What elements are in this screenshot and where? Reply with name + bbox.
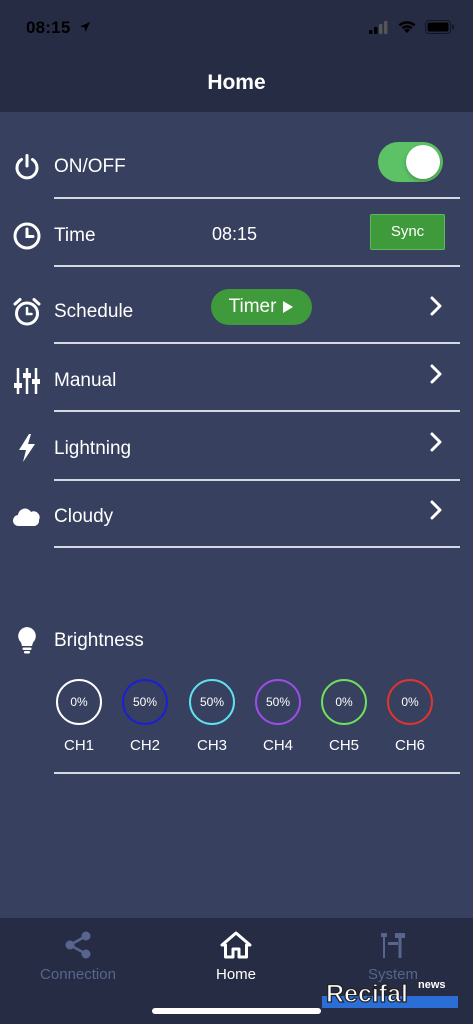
channel-ring: 0% bbox=[387, 679, 433, 725]
tab-connection[interactable]: Connection bbox=[18, 930, 138, 983]
status-indicators bbox=[369, 20, 455, 34]
power-icon bbox=[15, 154, 39, 180]
divider bbox=[54, 772, 460, 774]
channel-ring: 50% bbox=[122, 679, 168, 725]
channel-label: CH1 bbox=[63, 737, 94, 754]
recifal-news-watermark: Recifal news bbox=[322, 979, 458, 1008]
chevron-right-icon[interactable] bbox=[428, 295, 444, 317]
home-indicator bbox=[152, 1008, 321, 1014]
home-icon bbox=[220, 931, 252, 959]
manual-label: Manual bbox=[54, 370, 117, 391]
divider bbox=[54, 342, 460, 344]
schedule-label: Schedule bbox=[54, 301, 134, 322]
tools-icon bbox=[381, 933, 405, 958]
channel-ch5[interactable]: 0% CH5 bbox=[321, 679, 367, 754]
toggle-knob bbox=[406, 145, 440, 179]
time-label: Time bbox=[54, 225, 96, 246]
channel-ring: 50% bbox=[189, 679, 235, 725]
status-bar: 08:15 bbox=[0, 0, 473, 58]
chevron-right-icon[interactable] bbox=[428, 431, 444, 453]
channel-ring: 0% bbox=[321, 679, 367, 725]
channel-label: CH2 bbox=[129, 737, 160, 754]
tab-label: Home bbox=[215, 966, 256, 983]
sync-button[interactable]: Sync bbox=[370, 214, 445, 250]
divider bbox=[54, 546, 460, 548]
alarm-clock-icon bbox=[13, 298, 41, 326]
timer-button[interactable]: Timer bbox=[211, 289, 312, 325]
divider bbox=[54, 410, 460, 412]
channel-label: CH5 bbox=[328, 737, 359, 754]
channel-ring: 0% bbox=[56, 679, 102, 725]
brightness-label: Brightness bbox=[54, 630, 144, 651]
onoff-label: ON/OFF bbox=[54, 156, 126, 177]
lightning-bolt-icon bbox=[19, 434, 35, 462]
location-arrow-icon bbox=[80, 22, 90, 32]
channel-label: CH6 bbox=[394, 737, 425, 754]
divider bbox=[54, 197, 460, 199]
play-icon bbox=[283, 301, 294, 313]
power-toggle[interactable] bbox=[378, 142, 443, 182]
cloudy-label: Cloudy bbox=[54, 506, 114, 527]
svg-text:news: news bbox=[418, 979, 446, 991]
channel-ch4[interactable]: 50% CH4 bbox=[255, 679, 301, 754]
cloud-icon bbox=[12, 508, 40, 527]
channel-ch6[interactable]: 0% CH6 bbox=[387, 679, 433, 754]
navigation-bar: Home bbox=[0, 58, 473, 112]
status-time: 08:15 bbox=[26, 18, 71, 37]
chevron-right-icon[interactable] bbox=[428, 499, 444, 521]
lightbulb-icon bbox=[18, 627, 36, 654]
tab-label: Connection bbox=[40, 966, 116, 983]
timer-label: Timer bbox=[228, 296, 277, 317]
sliders-icon bbox=[14, 368, 40, 394]
channel-label: CH4 bbox=[262, 737, 293, 754]
page-title: Home bbox=[207, 71, 266, 94]
battery-icon bbox=[425, 20, 454, 34]
channel-label: CH3 bbox=[196, 737, 227, 754]
wifi-icon bbox=[398, 21, 416, 33]
channel-ring: 50% bbox=[255, 679, 301, 725]
signal-icon bbox=[369, 21, 388, 34]
lightning-label: Lightning bbox=[54, 438, 132, 459]
channel-ch1[interactable]: 0% CH1 bbox=[56, 679, 102, 754]
divider bbox=[54, 265, 460, 267]
current-time-value: 08:15 bbox=[212, 224, 258, 244]
clock-icon bbox=[13, 222, 41, 250]
channel-ch3[interactable]: 50% CH3 bbox=[189, 679, 235, 754]
chevron-right-icon[interactable] bbox=[428, 363, 444, 385]
share-icon bbox=[65, 931, 91, 959]
divider bbox=[54, 479, 460, 481]
channel-ch2[interactable]: 50% CH2 bbox=[122, 679, 168, 754]
tab-home[interactable]: Home bbox=[176, 930, 296, 983]
svg-text:Recifal: Recifal bbox=[326, 980, 408, 1008]
